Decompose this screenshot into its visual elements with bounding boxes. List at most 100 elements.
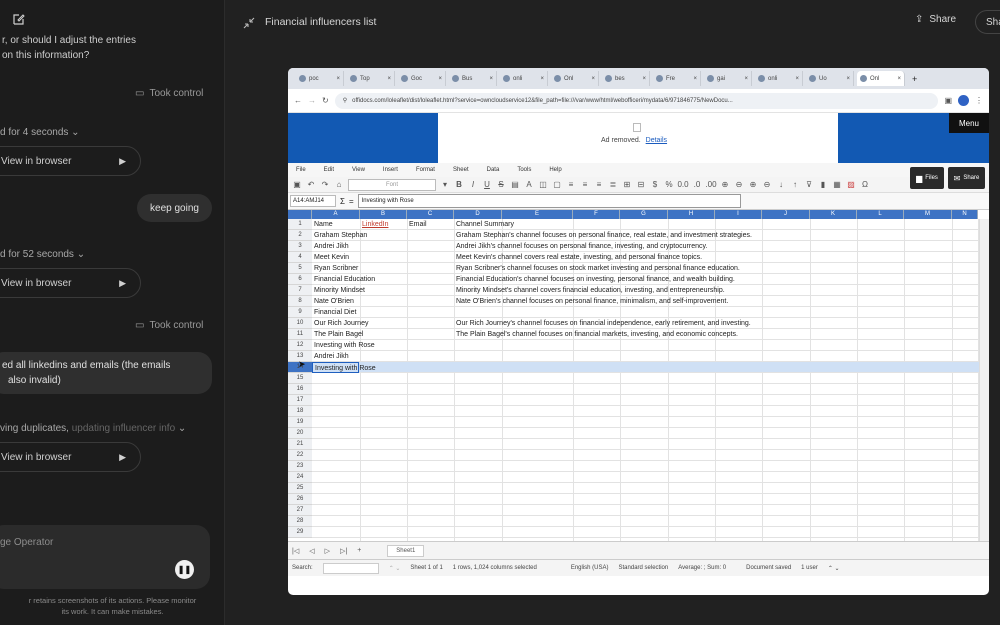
cell-a17[interactable]: [312, 395, 314, 406]
cell-c11[interactable]: [407, 329, 409, 340]
bold-icon[interactable]: B: [454, 180, 464, 190]
row-header[interactable]: 12: [288, 340, 312, 351]
close-tab-icon[interactable]: ×: [693, 76, 697, 82]
cell-c23[interactable]: [407, 461, 409, 472]
cell-b13[interactable]: [360, 351, 362, 362]
insert-row-icon[interactable]: ⊕: [720, 180, 730, 190]
cell-d14[interactable]: [454, 362, 456, 373]
save-icon[interactable]: ▣: [292, 180, 302, 190]
cell-a5[interactable]: Ryan Scribner: [312, 263, 358, 274]
cell-b18[interactable]: [360, 406, 362, 417]
cell-a16[interactable]: [312, 384, 314, 395]
cell-a25[interactable]: [312, 483, 314, 494]
cell-b5[interactable]: [360, 263, 362, 274]
cell-c6[interactable]: [407, 274, 409, 285]
row-header[interactable]: 18: [288, 406, 312, 417]
paint-format-icon[interactable]: ⌂: [334, 180, 344, 190]
cell-b7[interactable]: [360, 285, 362, 296]
cell-d12[interactable]: [454, 340, 456, 351]
cell-d16[interactable]: [454, 384, 456, 395]
merge-cells-icon[interactable]: ⊟: [636, 180, 646, 190]
cell-a18[interactable]: [312, 406, 314, 417]
spreadsheet-grid[interactable]: A B C D E F G H I J K L M N 1 Name LinkedIn Email Channel …: [288, 210, 989, 541]
cell-a29[interactable]: [312, 527, 314, 538]
cell-d7[interactable]: Minority Mindset's channel covers financ…: [454, 285, 725, 296]
browser-tab[interactable]: Top ×: [347, 71, 395, 86]
delete-row-icon[interactable]: ⊖: [734, 180, 744, 190]
row-header[interactable]: 10: [288, 318, 312, 329]
office-menu-item[interactable]: Insert: [383, 167, 398, 173]
column-header[interactable]: F: [573, 210, 620, 219]
url-field[interactable]: ⚲ offidocs.com/loleaflet/dist/loleaflet.…: [334, 92, 939, 109]
cell-c24[interactable]: [407, 472, 409, 483]
status-toggle[interactable]: ving duplicates, updating influencer inf…: [0, 423, 186, 434]
cell-b23[interactable]: [360, 461, 362, 472]
cell-c3[interactable]: [407, 241, 409, 252]
cell-c28[interactable]: [407, 516, 409, 527]
font-color-icon[interactable]: A: [524, 180, 534, 190]
browser-tab[interactable]: bes ×: [602, 71, 650, 86]
browser-tab[interactable]: gai ×: [704, 71, 752, 86]
cell-a13[interactable]: Andrei Jikh: [312, 351, 349, 362]
cell-a3[interactable]: Andrei Jikh: [312, 241, 349, 252]
chart-icon[interactable]: ▮: [818, 180, 828, 190]
office-menu-item[interactable]: Tools: [517, 167, 531, 173]
cell-b3[interactable]: [360, 241, 362, 252]
cell-a8[interactable]: Nate O'Brien: [312, 296, 354, 307]
office-menu-item[interactable]: Format: [416, 167, 435, 173]
search-prev-icon[interactable]: ⌃ ⌄: [389, 565, 401, 572]
row-header[interactable]: 28: [288, 516, 312, 527]
close-tab-icon[interactable]: ×: [846, 76, 850, 82]
cell-a12[interactable]: Investing with Rose: [312, 340, 375, 351]
cell-c9[interactable]: [407, 307, 409, 318]
cell-d5[interactable]: Ryan Scribner's channel focuses on stock…: [454, 263, 740, 274]
duration-toggle-2[interactable]: d for 52 seconds ⌄: [0, 249, 85, 260]
cell-a1[interactable]: Name: [312, 219, 333, 230]
next-sheet-icon[interactable]: ▷: [325, 547, 330, 555]
browser-tab[interactable]: poc ×: [296, 71, 344, 86]
office-menu-item[interactable]: Data: [487, 167, 500, 173]
italic-icon[interactable]: I: [468, 180, 478, 190]
row-header[interactable]: 2: [288, 230, 312, 241]
font-size-icon[interactable]: ▾: [440, 180, 450, 190]
more-options-icon[interactable]: ⋮: [975, 96, 983, 105]
cell-a20[interactable]: [312, 428, 314, 439]
close-tab-icon[interactable]: ×: [591, 76, 595, 82]
column-header[interactable]: E: [502, 210, 573, 219]
cell-b27[interactable]: [360, 505, 362, 516]
cell-d2[interactable]: Graham Stephan's channel focuses on pers…: [454, 230, 752, 241]
cell-d25[interactable]: [454, 483, 456, 494]
row-header[interactable]: 7: [288, 285, 312, 296]
cell-c19[interactable]: [407, 417, 409, 428]
equals-icon[interactable]: =: [349, 197, 354, 206]
view-in-browser-button-2[interactable]: View in browser ▶: [0, 268, 141, 298]
row-header[interactable]: 5: [288, 263, 312, 274]
new-chat-icon[interactable]: [12, 12, 26, 26]
share-button[interactable]: ⇪ Share: [915, 14, 956, 25]
cell-d21[interactable]: [454, 439, 456, 450]
office-menu-item[interactable]: Edit: [324, 167, 334, 173]
cell-b24[interactable]: [360, 472, 362, 483]
cell-b12[interactable]: [360, 340, 362, 351]
user-count[interactable]: 1 user: [801, 565, 818, 571]
office-menu-item[interactable]: Sheet: [453, 167, 469, 173]
profile-icon[interactable]: [958, 95, 969, 106]
new-tab-icon[interactable]: +: [912, 74, 917, 84]
cell-b25[interactable]: [360, 483, 362, 494]
cell-a15[interactable]: [312, 373, 314, 384]
browser-tab[interactable]: Goc ×: [398, 71, 446, 86]
prev-sheet-icon[interactable]: ◁: [309, 547, 314, 555]
cell-b9[interactable]: [360, 307, 362, 318]
cell-a9[interactable]: Financial Diet: [312, 307, 356, 318]
sum-icon[interactable]: Σ: [340, 197, 345, 206]
highlight-icon[interactable]: ▤: [510, 180, 520, 190]
close-tab-icon[interactable]: ×: [795, 76, 799, 82]
column-header[interactable]: K: [810, 210, 857, 219]
row-header[interactable]: 6: [288, 274, 312, 285]
align-right-icon[interactable]: ≡: [594, 180, 604, 190]
cell-d3[interactable]: Andrei Jikh's channel focuses on persona…: [454, 241, 707, 252]
close-tab-icon[interactable]: ×: [540, 76, 544, 82]
cell-c17[interactable]: [407, 395, 409, 406]
cell-c21[interactable]: [407, 439, 409, 450]
first-sheet-icon[interactable]: |◁: [292, 547, 299, 555]
